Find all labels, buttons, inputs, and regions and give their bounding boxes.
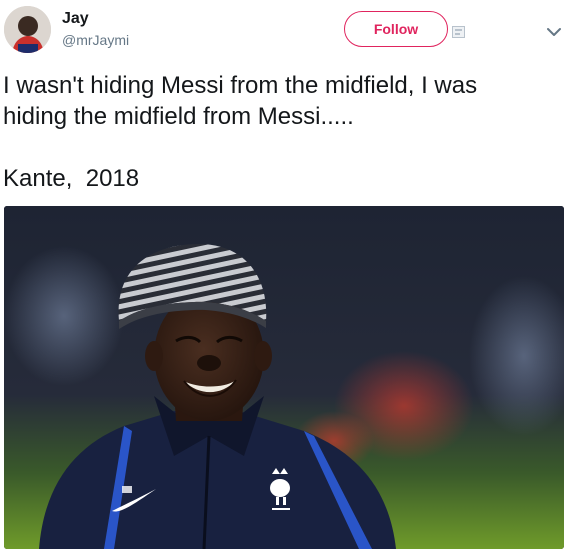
translate-badge-icon — [452, 25, 465, 38]
tweet-text: I wasn't hiding Messi from the midfield,… — [3, 72, 478, 192]
tweet-header: Jay @mrJaymi Follow — [0, 0, 567, 62]
display-name[interactable]: Jay — [62, 10, 89, 28]
user-handle[interactable]: @mrJaymi — [62, 32, 129, 48]
chevron-down-icon[interactable] — [547, 24, 561, 36]
tweet-photo[interactable] — [4, 206, 564, 549]
avatar[interactable] — [4, 6, 51, 53]
follow-button[interactable]: Follow — [344, 11, 448, 47]
